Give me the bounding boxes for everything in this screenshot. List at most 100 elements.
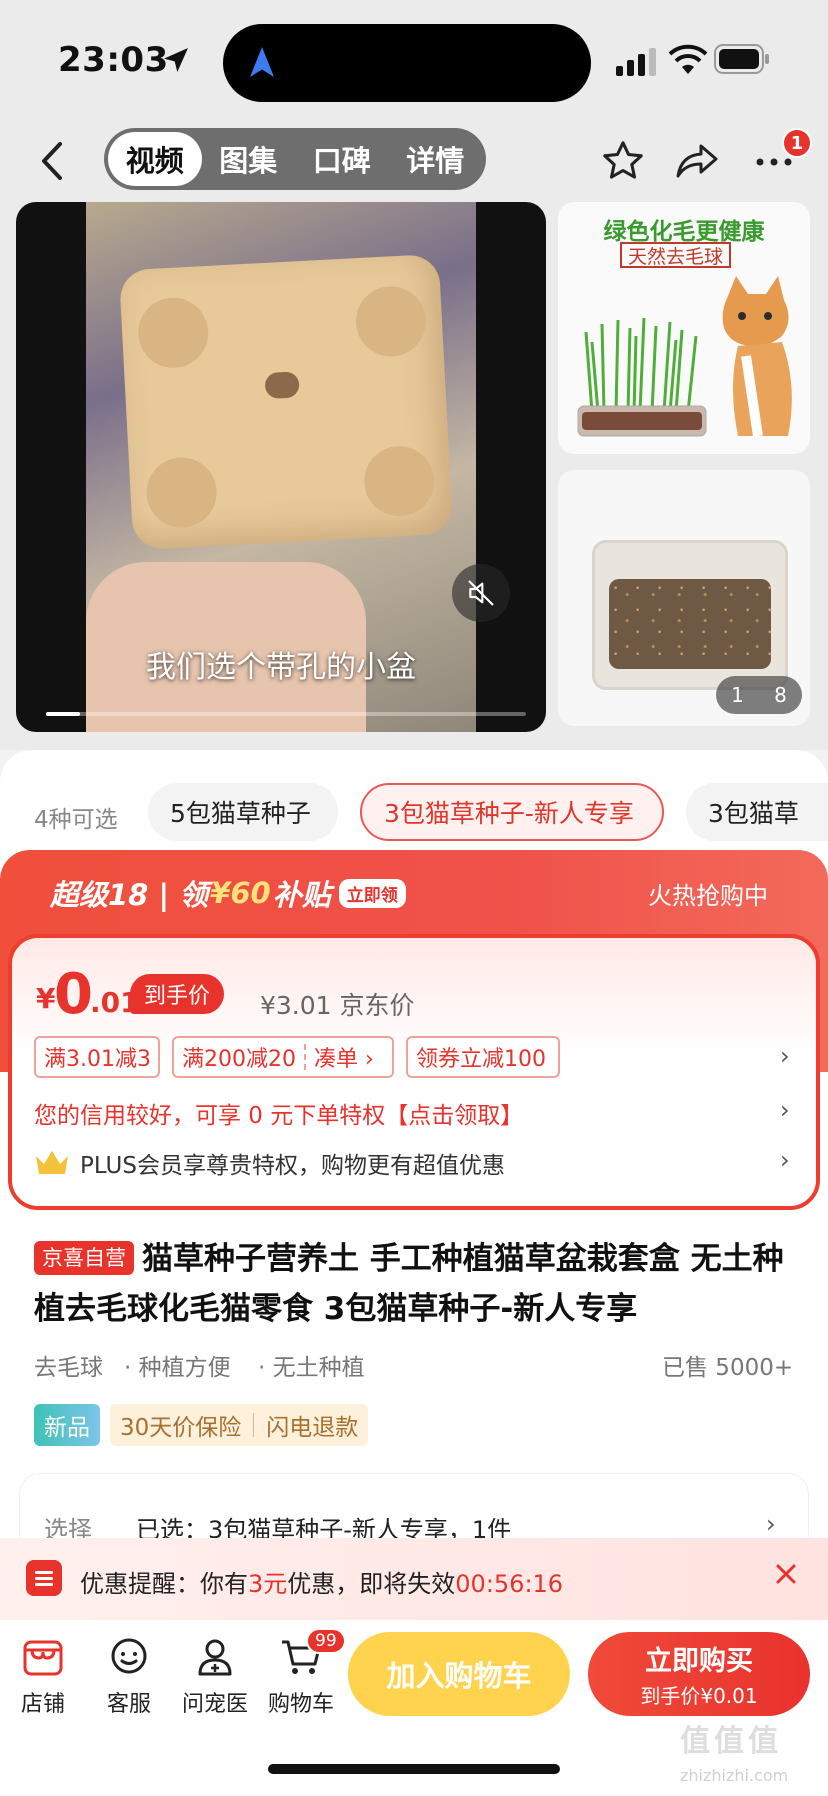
tab-video[interactable]: 视频 [108,132,202,186]
customer-service-button[interactable]: 客服 [86,1634,172,1718]
tab-gallery[interactable]: 图集 [202,132,296,186]
chevron-right-icon[interactable]: › [766,1510,776,1538]
video-player[interactable]: 我们选个带孔的小盆 [16,202,546,732]
product-title-text: 猫草种子营养土 手工种植猫草盆栽套盒 无土种植去毛球化毛猫零食 3包猫草种子-新… [34,1241,784,1327]
variant-count: 4种可选 [34,807,118,833]
store-icon [23,1640,63,1676]
navigation-icon [250,47,274,77]
feature-tag: · 无土种植 [258,1355,365,1381]
cat-image [722,276,792,437]
reminder-countdown: 00:56:16 [455,1570,564,1598]
chevron-right-icon[interactable]: › [780,1042,790,1070]
image-counter: 1 8 [716,676,802,714]
sold-count: 已售 5000+ [662,1355,794,1381]
subsidy-promo[interactable]: 超级18 | 领 ¥60 补贴 立即领 [50,872,406,914]
coupon-tag[interactable]: 领券立减100 [406,1036,560,1078]
price-protection-label: 30天价保险 [120,1415,242,1441]
add-on-link[interactable]: 凑单 › [314,1041,374,1073]
seeds [609,579,771,669]
coupon-tag[interactable]: 满3.01减3 [34,1036,160,1078]
video-progress-bar[interactable] [46,712,526,716]
battery-icon [714,44,769,74]
promo-suffix: 补贴 [272,878,331,912]
cat-grass-image [577,317,707,437]
wifi-icon [668,44,708,74]
coupon-icon [26,1560,62,1596]
reminder-amount: 3元 [248,1570,288,1598]
product-title: 京喜自营 猫草种子营养土 手工种植猫草盆栽套盒 无土种植去毛球化毛猫零食 3包猫草… [34,1234,794,1334]
buy-now-price: 到手价¥0.01 [640,1684,758,1708]
chevron-right-icon[interactable]: › [780,1146,790,1174]
pot-leg [362,444,437,518]
tab-reviews[interactable]: 口碑 [295,132,389,186]
pot-leg [144,455,219,530]
crown-icon [36,1151,68,1174]
store-label: 店铺 [20,1692,65,1717]
final-price-tag: 到手价 [130,974,225,1014]
coupon-divider [304,1044,306,1070]
store-button[interactable]: 店铺 [0,1634,86,1718]
watermark: 值值值 [680,1724,782,1759]
mute-button[interactable] [452,564,510,622]
cart-count-badge: 99 [306,1628,346,1654]
pot-leg [354,284,428,359]
promo-prefix: 超级18 | 领 [50,878,209,912]
signal-icon [616,48,656,76]
fast-refund-label: 闪电退款 [266,1415,359,1441]
reminder-text: 优惠提醒：你有3元优惠，即将失效00:56:16 [80,1564,563,1599]
buy-now-label: 立即购买 [645,1646,753,1677]
chevron-right-icon[interactable]: › [780,1096,790,1124]
close-icon[interactable] [772,1560,800,1588]
cart-label: 购物车 [267,1692,334,1717]
home-indicator[interactable] [268,1764,560,1774]
location-arrow-icon [164,48,188,72]
service-guarantee-badge[interactable]: 30天价保险 闪电退款 [110,1404,369,1446]
muted-speaker-icon [468,580,494,606]
gallery-thumbnail-1[interactable]: 绿色化毛更健康 天然去毛球 [558,202,810,454]
feature-tag: 去毛球 [34,1355,103,1381]
video-progress-fill [46,712,80,716]
share-icon[interactable] [674,140,720,182]
status-time: 23:03 [58,40,169,80]
new-product-badge: 新品 [34,1404,100,1446]
coupon-tag[interactable]: 满200减20 凑单 › [172,1036,394,1078]
media-tabs: 视频 图集 口碑 详情 [104,128,486,190]
self-operated-badge: 京喜自营 [34,1241,134,1275]
price-integer: 0 [54,962,93,1027]
claim-subsidy-button[interactable]: 立即领 [338,878,406,908]
reminder-middle: 优惠，即将失效 [287,1570,456,1598]
favorite-star-icon[interactable] [600,138,646,184]
feature-tag: · 种植方便 [124,1355,231,1381]
credit-privilege-link[interactable]: 您的信用较好，可享 0 元下单特权【点击领取】 [34,1096,523,1130]
seed-box-image [592,540,788,690]
jd-price: ¥3.01 京东价 [260,991,415,1020]
variant-chip[interactable]: 3包猫草 [686,783,828,841]
variant-chip[interactable]: 5包猫草种子 [148,783,338,841]
flower-pot-image [118,253,454,551]
video-caption: 我们选个带孔的小盆 [146,650,416,685]
add-to-cart-button[interactable]: 加入购物车 [348,1632,570,1716]
pot-hole [264,371,300,400]
tab-details[interactable]: 详情 [389,132,483,186]
plus-membership-link[interactable]: PLUS会员享尊贵特权，购物更有超值优惠 [80,1146,505,1180]
promo-status: 火热抢购中 [648,882,768,910]
vet-label: 问宠医 [181,1692,248,1717]
chat-smile-icon [111,1638,147,1674]
back-button[interactable] [34,136,72,186]
image-counter-total: 8 [774,683,787,707]
price-currency: ¥ [36,982,56,1015]
gallery-thumbnail-2[interactable]: 1 8 [558,470,810,726]
image-counter-current: 1 [731,683,744,707]
watermark-url: zhizhizhi.com [680,1766,789,1785]
doctor-icon [198,1639,232,1676]
pet-doctor-button[interactable]: 问宠医 [172,1634,258,1718]
buy-now-button[interactable]: 立即购买 到手价¥0.01 [588,1632,810,1716]
notification-badge: 1 [782,128,812,158]
service-divider [253,1413,255,1437]
pot-leg [136,296,211,370]
variant-chip-selected[interactable]: 3包猫草种子-新人专享 [360,783,664,841]
promo-amount: ¥60 [210,876,271,910]
service-label: 客服 [106,1692,151,1717]
thumbnail-subtitle: 天然去毛球 [620,242,732,268]
coupon-text: 满200减20 [182,1047,296,1072]
